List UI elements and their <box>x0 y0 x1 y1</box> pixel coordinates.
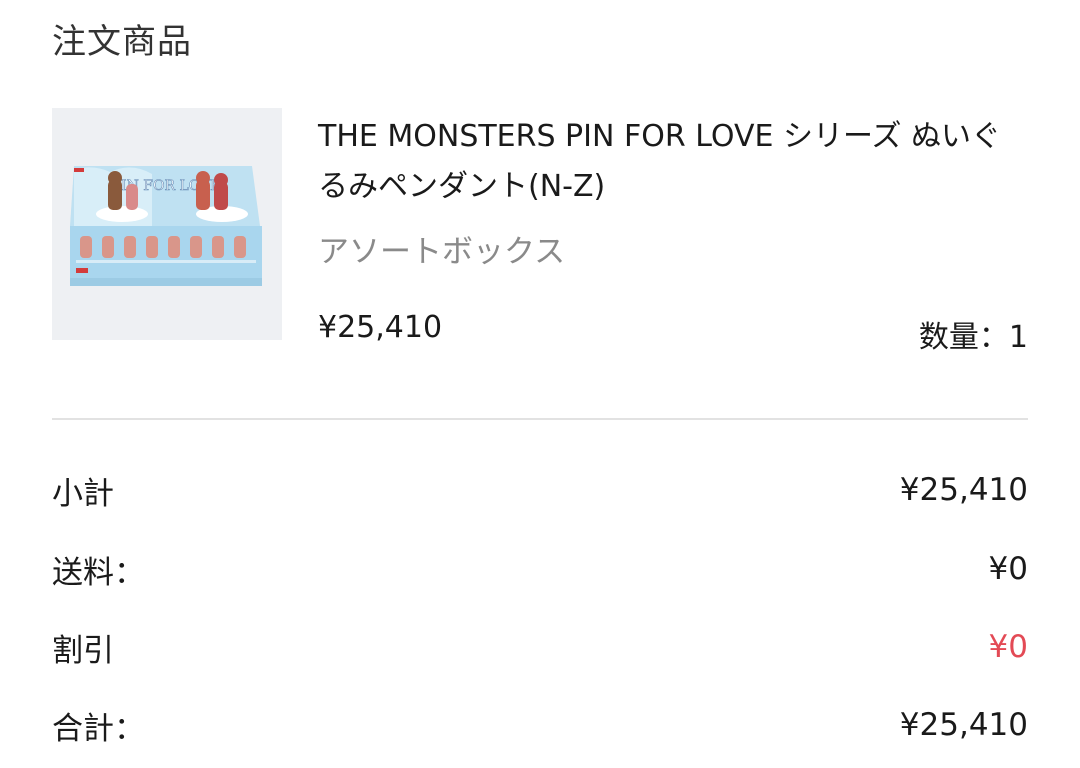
quantity-value: 1 <box>1008 320 1028 355</box>
product-box-image-icon: PIN FOR LOVE <box>70 166 262 286</box>
quantity-label: 数量： <box>918 320 1009 355</box>
discount-label: 割引 <box>52 632 114 669</box>
section-title: 注文商品 <box>52 22 192 62</box>
shipping-row: 送料： ¥0 <box>52 547 1028 591</box>
subtotal-label: 小計 <box>52 475 114 512</box>
total-row: 合計： ¥25,410 <box>52 703 1028 747</box>
shipping-label: 送料： <box>52 554 145 591</box>
subtotal-row: 小計 ¥25,410 <box>52 468 1028 512</box>
discount-row: 割引 ¥0 <box>52 625 1028 669</box>
subtotal-value: ¥25,410 <box>899 472 1028 508</box>
product-variant: アソートボックス <box>318 234 566 270</box>
total-label: 合計： <box>52 710 145 747</box>
total-value: ¥25,410 <box>899 707 1028 743</box>
product-quantity: 数量：1 <box>919 312 1028 356</box>
shipping-value: ¥0 <box>988 551 1028 587</box>
product-price: ¥25,410 <box>318 310 443 345</box>
product-name[interactable]: THE MONSTERS PIN FOR LOVE シリーズ ぬいぐるみペンダン… <box>318 112 1018 212</box>
discount-value: ¥0 <box>988 629 1028 665</box>
divider <box>52 418 1028 420</box>
product-image[interactable]: PIN FOR LOVE <box>52 108 282 340</box>
